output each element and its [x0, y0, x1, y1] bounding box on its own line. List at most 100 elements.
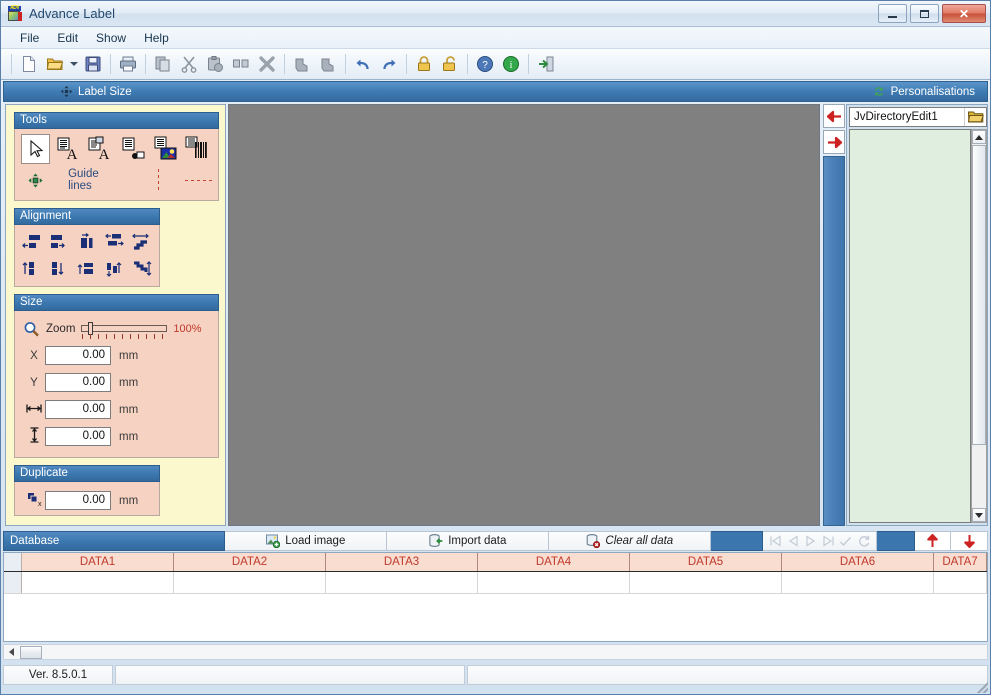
next-record-icon[interactable] — [804, 535, 817, 547]
horizontal-scrollbar[interactable] — [3, 644, 988, 660]
menu-file[interactable]: File — [11, 29, 48, 47]
tool-rich-text[interactable]: A — [86, 134, 115, 164]
duplicate-button[interactable] — [228, 52, 254, 77]
horizontal-scrollbar-thumb[interactable] — [20, 645, 42, 659]
expand-right-button[interactable] — [823, 130, 845, 154]
first-record-icon[interactable] — [769, 535, 782, 547]
move-row-down-button[interactable] — [951, 531, 988, 551]
field-width[interactable]: 0.00 — [45, 400, 111, 419]
paste-button[interactable] — [202, 52, 228, 77]
size-group-body: Zoom 100% X 0.00 mm Y 0.00 mm 0.00 mm 0.… — [14, 311, 219, 458]
toolbar-separator — [110, 54, 111, 74]
undo-button[interactable] — [350, 52, 376, 77]
grid-column-header[interactable]: DATA5 — [630, 553, 782, 571]
load-image-button[interactable]: Load image — [225, 531, 388, 551]
grid-cell[interactable] — [478, 572, 630, 593]
import-data-button[interactable]: Import data — [387, 531, 550, 551]
data-grid[interactable]: DATA1 DATA2 DATA3 DATA4 DATA5 DATA6 DATA… — [3, 552, 988, 642]
close-button[interactable]: ✕ — [942, 4, 986, 23]
grid-cell[interactable] — [630, 572, 782, 593]
distribute-horizontal[interactable] — [102, 230, 128, 254]
menu-help[interactable]: Help — [135, 29, 178, 47]
copy-button[interactable] — [150, 52, 176, 77]
tool-barcode[interactable] — [183, 134, 212, 164]
field-height[interactable]: 0.00 — [45, 427, 111, 446]
grid-cell[interactable] — [326, 572, 478, 593]
prev-record-icon[interactable] — [787, 535, 800, 547]
label-size-button[interactable]: Label Size — [60, 85, 132, 98]
horizontal-dashed-guide[interactable] — [184, 179, 212, 181]
label-design-canvas[interactable] — [228, 104, 820, 526]
table-row[interactable] — [4, 572, 987, 594]
grid-cell[interactable] — [782, 572, 934, 593]
resize-grip[interactable] — [974, 679, 988, 693]
menu-edit[interactable]: Edit — [48, 29, 87, 47]
align-left[interactable] — [19, 230, 45, 254]
scroll-down-button[interactable] — [972, 508, 986, 522]
redo-button[interactable] — [376, 52, 402, 77]
align-bottom[interactable] — [47, 257, 73, 281]
open-dropdown-button[interactable] — [68, 52, 80, 77]
equal-height[interactable] — [129, 257, 155, 281]
new-document-button[interactable] — [16, 52, 42, 77]
personalisations-button[interactable]: Personalisations — [872, 85, 975, 98]
file-list-scrollbar[interactable] — [971, 129, 987, 523]
grid-column-header[interactable]: DATA6 — [782, 553, 934, 571]
guide-move-button[interactable] — [21, 172, 50, 188]
align-center-horizontal[interactable] — [74, 230, 100, 254]
about-button[interactable]: i — [498, 52, 524, 77]
align-right[interactable] — [47, 230, 73, 254]
field-x[interactable]: 0.00 — [45, 346, 111, 365]
grid-column-header[interactable]: DATA7 — [934, 553, 987, 571]
bring-front-button[interactable] — [289, 52, 315, 77]
delete-button[interactable] — [254, 52, 280, 77]
cut-button[interactable] — [176, 52, 202, 77]
scrollbar-thumb[interactable] — [972, 145, 986, 445]
vertical-dashed-guide[interactable] — [157, 169, 159, 191]
tool-shape[interactable] — [118, 134, 147, 164]
print-button[interactable] — [115, 52, 141, 77]
grid-column-header[interactable]: DATA2 — [174, 553, 326, 571]
splitter-handle[interactable] — [823, 156, 845, 526]
unlock-button[interactable] — [437, 52, 463, 77]
open-folder-button[interactable] — [42, 52, 68, 77]
help-button[interactable]: ? — [472, 52, 498, 77]
send-back-button[interactable] — [315, 52, 341, 77]
align-center-vertical[interactable] — [74, 257, 100, 281]
equal-width[interactable] — [129, 230, 155, 254]
align-top[interactable] — [19, 257, 45, 281]
scroll-up-button[interactable] — [972, 130, 986, 144]
maximize-button[interactable] — [910, 4, 939, 23]
menu-show[interactable]: Show — [87, 29, 135, 47]
grid-column-header[interactable]: DATA4 — [478, 553, 630, 571]
tool-text[interactable]: A — [53, 134, 82, 164]
minimize-button[interactable] — [878, 4, 907, 23]
field-duplicate-x[interactable]: 0.00 — [45, 491, 111, 510]
grid-cell[interactable] — [934, 572, 987, 593]
tool-select[interactable] — [21, 134, 51, 164]
svg-text:i: i — [510, 60, 513, 71]
directory-edit-input[interactable]: JvDirectoryEdit1 — [849, 107, 987, 127]
post-check-icon[interactable] — [839, 535, 852, 547]
zoom-slider[interactable] — [81, 321, 168, 339]
distribute-vertical[interactable] — [102, 257, 128, 281]
canvas-surface[interactable] — [230, 106, 818, 524]
clear-all-data-button[interactable]: Clear all data — [549, 531, 712, 551]
scroll-left-button[interactable] — [4, 645, 18, 659]
file-list-box[interactable] — [849, 129, 971, 523]
grid-cell[interactable] — [174, 572, 326, 593]
tool-image[interactable] — [150, 134, 179, 164]
grid-column-header[interactable]: DATA3 — [326, 553, 478, 571]
directory-browse-button[interactable] — [964, 108, 986, 126]
refresh-record-icon[interactable] — [857, 535, 870, 547]
exit-button[interactable] — [533, 52, 559, 77]
grid-row-indicator[interactable] — [4, 572, 22, 593]
lock-button[interactable] — [411, 52, 437, 77]
grid-cell[interactable] — [22, 572, 174, 593]
last-record-icon[interactable] — [822, 535, 835, 547]
move-row-up-button[interactable] — [914, 531, 952, 551]
field-y[interactable]: 0.00 — [45, 373, 111, 392]
grid-column-header[interactable]: DATA1 — [22, 553, 174, 571]
save-button[interactable] — [80, 52, 106, 77]
collapse-left-button[interactable] — [823, 104, 845, 128]
